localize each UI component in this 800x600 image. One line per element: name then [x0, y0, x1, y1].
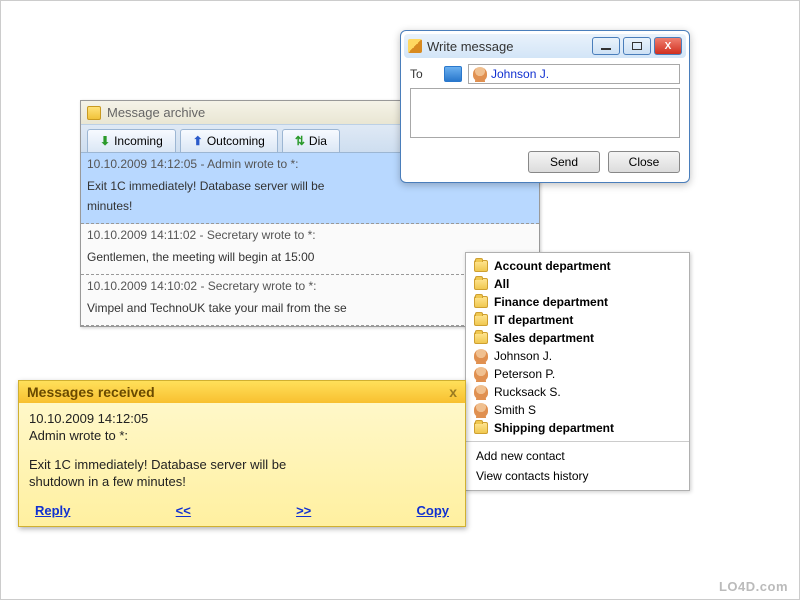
contact-label: All — [494, 277, 509, 291]
tab-dialog[interactable]: ⇅ Dia — [282, 129, 340, 152]
contacts-footer: Add new contact View contacts history — [466, 441, 689, 490]
folder-icon — [474, 422, 488, 434]
close-dialog-button[interactable]: Close — [608, 151, 680, 173]
address-book-icon[interactable] — [444, 66, 462, 82]
person-icon — [474, 403, 488, 417]
write-buttons: Send Close — [410, 151, 680, 173]
archive-title-text: Message archive — [107, 105, 205, 120]
tab-label: Outcoming — [207, 134, 265, 148]
prev-link[interactable]: << — [176, 503, 191, 518]
write-body: To Johnson J. Send Close — [404, 58, 686, 179]
tab-label: Dia — [309, 134, 327, 148]
tab-label: Incoming — [114, 134, 163, 148]
minimize-button[interactable] — [592, 37, 620, 55]
notification-actions: Reply << >> Copy — [19, 499, 465, 526]
person-icon — [474, 367, 488, 381]
folder-icon — [474, 260, 488, 272]
maximize-button[interactable] — [623, 37, 651, 55]
scroll-icon — [87, 106, 101, 120]
contact-label: Peterson P. — [494, 367, 555, 381]
tab-incoming[interactable]: ⬇ Incoming — [87, 129, 176, 152]
contact-dept[interactable]: Shipping department — [470, 419, 685, 437]
contact-dept[interactable]: Finance department — [470, 293, 685, 311]
add-contact-link[interactable]: Add new contact — [470, 446, 685, 466]
arrow-down-icon: ⬇ — [100, 134, 110, 148]
contact-user[interactable]: Rucksack S. — [470, 383, 685, 401]
contact-user[interactable]: Johnson J. — [470, 347, 685, 365]
contact-dept[interactable]: Sales department — [470, 329, 685, 347]
close-icon: X — [665, 41, 672, 52]
folder-icon — [474, 296, 488, 308]
notification-body: 10.10.2009 14:12:05 Admin wrote to *: Ex… — [19, 403, 465, 499]
contact-label: Shipping department — [494, 421, 614, 435]
contact-label: IT department — [494, 313, 573, 327]
notification-from: Admin wrote to *: — [29, 428, 455, 443]
notification-close-button[interactable]: x — [449, 384, 457, 400]
tab-outcoming[interactable]: ⬆ Outcoming — [180, 129, 278, 152]
contacts-panel: Account department All Finance departmen… — [465, 252, 690, 491]
arrow-both-icon: ⇅ — [295, 134, 305, 148]
person-icon — [474, 349, 488, 363]
notification-text: shutdown in a few minutes! — [29, 474, 455, 489]
contact-label: Account department — [494, 259, 611, 273]
arrow-up-icon: ⬆ — [193, 134, 203, 148]
message-header: 10.10.2009 14:11:02 - Secretary wrote to… — [87, 228, 533, 242]
folder-icon — [474, 278, 488, 290]
folder-icon — [474, 314, 488, 326]
contact-user[interactable]: Peterson P. — [470, 365, 685, 383]
contact-label: Sales department — [494, 331, 594, 345]
person-icon — [473, 67, 487, 81]
next-link[interactable]: >> — [296, 503, 311, 518]
contact-dept[interactable]: All — [470, 275, 685, 293]
minimize-icon — [601, 48, 611, 50]
recipient-name: Johnson J. — [491, 67, 549, 81]
contact-label: Finance department — [494, 295, 608, 309]
reply-link[interactable]: Reply — [35, 503, 70, 518]
contact-label: Smith S — [494, 403, 536, 417]
view-history-link[interactable]: View contacts history — [470, 466, 685, 486]
contact-dept[interactable]: IT department — [470, 311, 685, 329]
send-button[interactable]: Send — [528, 151, 600, 173]
to-label: To — [410, 67, 438, 81]
close-button[interactable]: X — [654, 37, 682, 55]
write-title-text: Write message — [427, 39, 589, 54]
notification-text: Exit 1C immediately! Database server wil… — [29, 457, 455, 472]
notification-popup: Messages received x 10.10.2009 14:12:05 … — [18, 380, 466, 527]
recipient-field[interactable]: Johnson J. — [468, 64, 680, 84]
maximize-icon — [632, 42, 642, 50]
person-icon — [474, 385, 488, 399]
write-message-window: Write message X To Johnson J. Send Close — [400, 30, 690, 183]
copy-link[interactable]: Copy — [416, 503, 449, 518]
contact-user[interactable]: Smith S — [470, 401, 685, 419]
contact-dept[interactable]: Account department — [470, 257, 685, 275]
notification-header[interactable]: Messages received x — [19, 381, 465, 403]
folder-icon — [474, 332, 488, 344]
write-titlebar[interactable]: Write message X — [404, 34, 686, 58]
contact-label: Johnson J. — [494, 349, 552, 363]
contact-label: Rucksack S. — [494, 385, 561, 399]
notification-timestamp: 10.10.2009 14:12:05 — [29, 411, 455, 426]
contacts-list: Account department All Finance departmen… — [466, 253, 689, 441]
notification-title: Messages received — [27, 384, 155, 400]
watermark: LO4D.com — [719, 579, 788, 594]
message-body: minutes! — [87, 199, 533, 213]
pencil-icon — [408, 39, 422, 53]
to-row: To Johnson J. — [410, 64, 680, 84]
message-textarea[interactable] — [410, 88, 680, 138]
